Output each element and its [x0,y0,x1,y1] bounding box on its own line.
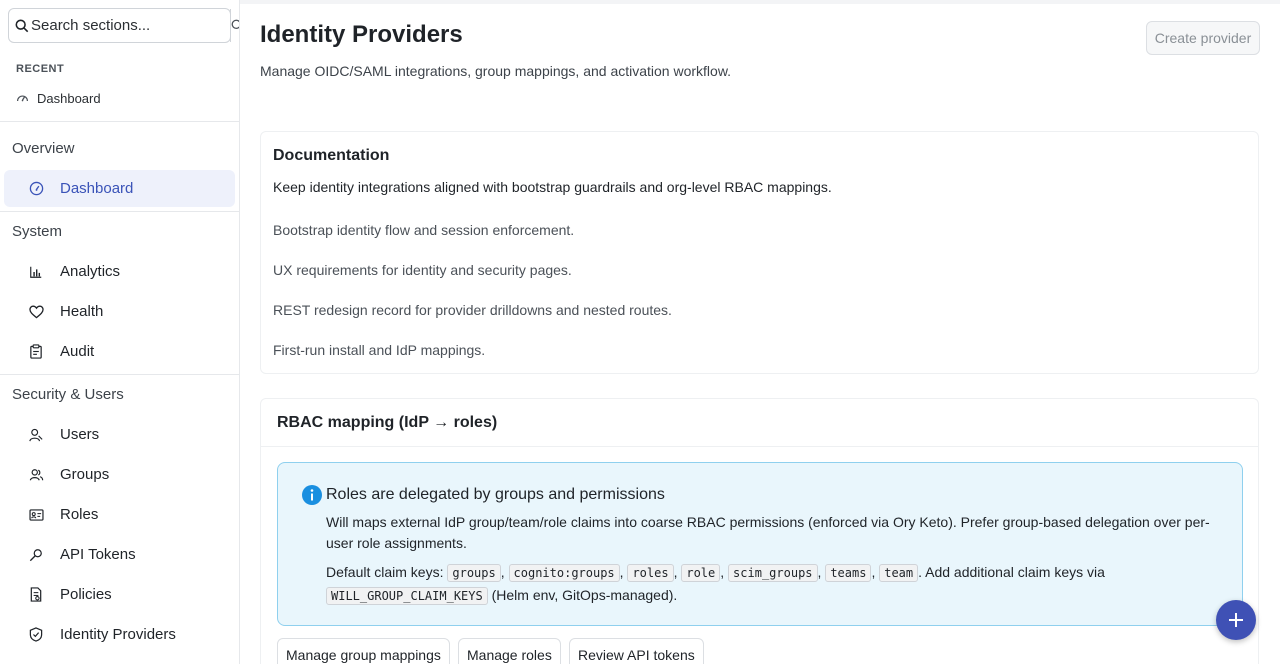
claim-key: cognito:groups [508,564,620,582]
users-icon [28,467,44,483]
policy-icon [28,587,44,603]
sidebar-item-label: Dashboard [60,180,134,197]
search-icon [231,19,239,29]
sidebar-item-groups[interactable]: Groups [4,456,235,493]
sidebar-item-policies[interactable]: Policies [4,576,235,613]
recent-label: RECENT [16,63,65,75]
claims-suffix: . Add additional claim keys via [918,564,1105,580]
sidebar-item-audit[interactable]: Audit [4,333,235,370]
section-title-system: System [12,223,63,240]
sidebar-item-roles[interactable]: Roles [4,496,235,533]
sidebar-item-health[interactable]: Health [4,293,235,330]
create-provider-button[interactable]: Create provider [1146,21,1260,55]
rbac-mapping-card: RBAC mapping (IdP → roles) Roles are del… [260,398,1259,664]
claim-key: teams [825,564,872,582]
env-claim-key: WILL_GROUP_CLAIM_KEYS [326,587,488,605]
documentation-card: Documentation Keep identity integrations… [260,131,1259,374]
info-text: Will maps external IdP group/team/role c… [326,514,1210,551]
claim-key: role [681,564,721,582]
sidebar-item-identity-providers[interactable]: Identity Providers [4,616,235,653]
doc-link-ux-requirements[interactable]: UX requirements for identity and securit… [273,262,572,278]
sidebar-item-users[interactable]: Users [4,416,235,453]
info-icon [302,485,322,505]
review-api-tokens-button[interactable]: Review API tokens [569,638,704,664]
claims-prefix: Default claim keys: [326,564,444,580]
sidebar-item-api-tokens[interactable]: API Tokens [4,536,235,573]
key-icon [28,547,44,563]
claim-key: roles [627,564,674,582]
sidebar-item-label: Policies [60,586,112,603]
sidebar-item-label: Identity Providers [60,626,176,643]
rbac-header: RBAC mapping (IdP → roles) [261,399,1258,447]
sidebar-item-label: Analytics [60,263,121,280]
info-alert: Roles are delegated by groups and permis… [277,462,1243,626]
top-bar [240,0,1280,4]
recent-item-label: Dashboard [37,91,101,106]
claim-key: groups [447,564,501,582]
claim-keys-line: Default claim keys: groups, cognito:grou… [326,564,1105,605]
sidebar-item-label: Users [60,426,100,443]
add-fab-button[interactable] [1216,600,1256,640]
sidebar-item-label: API Tokens [60,546,136,563]
dashboard-icon [17,95,28,102]
documentation-title: Documentation [273,147,390,164]
env-suffix: (Helm env, GitOps-managed). [491,587,678,603]
section-title-overview: Overview [12,140,75,157]
documentation-description: Keep identity integrations aligned with … [273,179,832,195]
bar-chart-icon [28,264,44,280]
clipboard-icon [28,344,44,360]
page-title: Identity Providers [260,21,463,48]
section-title-security-users: Security & Users [12,386,124,403]
divider [0,121,239,122]
sidebar-item-label: Audit [60,343,95,360]
search-button[interactable] [230,9,239,42]
doc-link-bootstrap[interactable]: Bootstrap identity flow and session enfo… [273,222,574,238]
sidebar-item-label: Roles [60,506,99,523]
shield-icon [28,627,44,643]
search-icon [9,9,29,42]
doc-link-rest-redesign[interactable]: REST redesign record for provider drilld… [273,302,672,318]
divider [0,211,239,212]
plus-icon [1229,613,1243,627]
sidebar: RECENT Dashboard Overview Dashboard Syst… [0,0,240,664]
recent-item-dashboard[interactable]: Dashboard [16,91,101,106]
sidebar-item-dashboard[interactable]: Dashboard [4,170,235,207]
claim-key: scim_groups [728,564,818,582]
claim-key: team [879,564,919,582]
dashboard-icon [28,181,44,197]
id-card-icon [28,507,44,523]
page-subtitle: Manage OIDC/SAML integrations, group map… [260,63,732,79]
sidebar-item-label: Health [60,303,104,320]
manage-group-mappings-button[interactable]: Manage group mappings [277,638,450,664]
search-box [8,8,239,43]
info-title: Roles are delegated by groups and permis… [326,486,665,503]
search-input[interactable] [29,9,230,42]
manage-roles-button[interactable]: Manage roles [458,638,561,664]
sidebar-item-analytics[interactable]: Analytics [4,253,235,290]
sidebar-item-label: Groups [60,466,110,483]
doc-link-first-run[interactable]: First-run install and IdP mappings. [273,342,485,358]
divider [0,374,239,375]
rbac-title: RBAC mapping (IdP → roles) [277,414,498,431]
heart-icon [28,304,44,320]
user-icon [28,427,44,443]
